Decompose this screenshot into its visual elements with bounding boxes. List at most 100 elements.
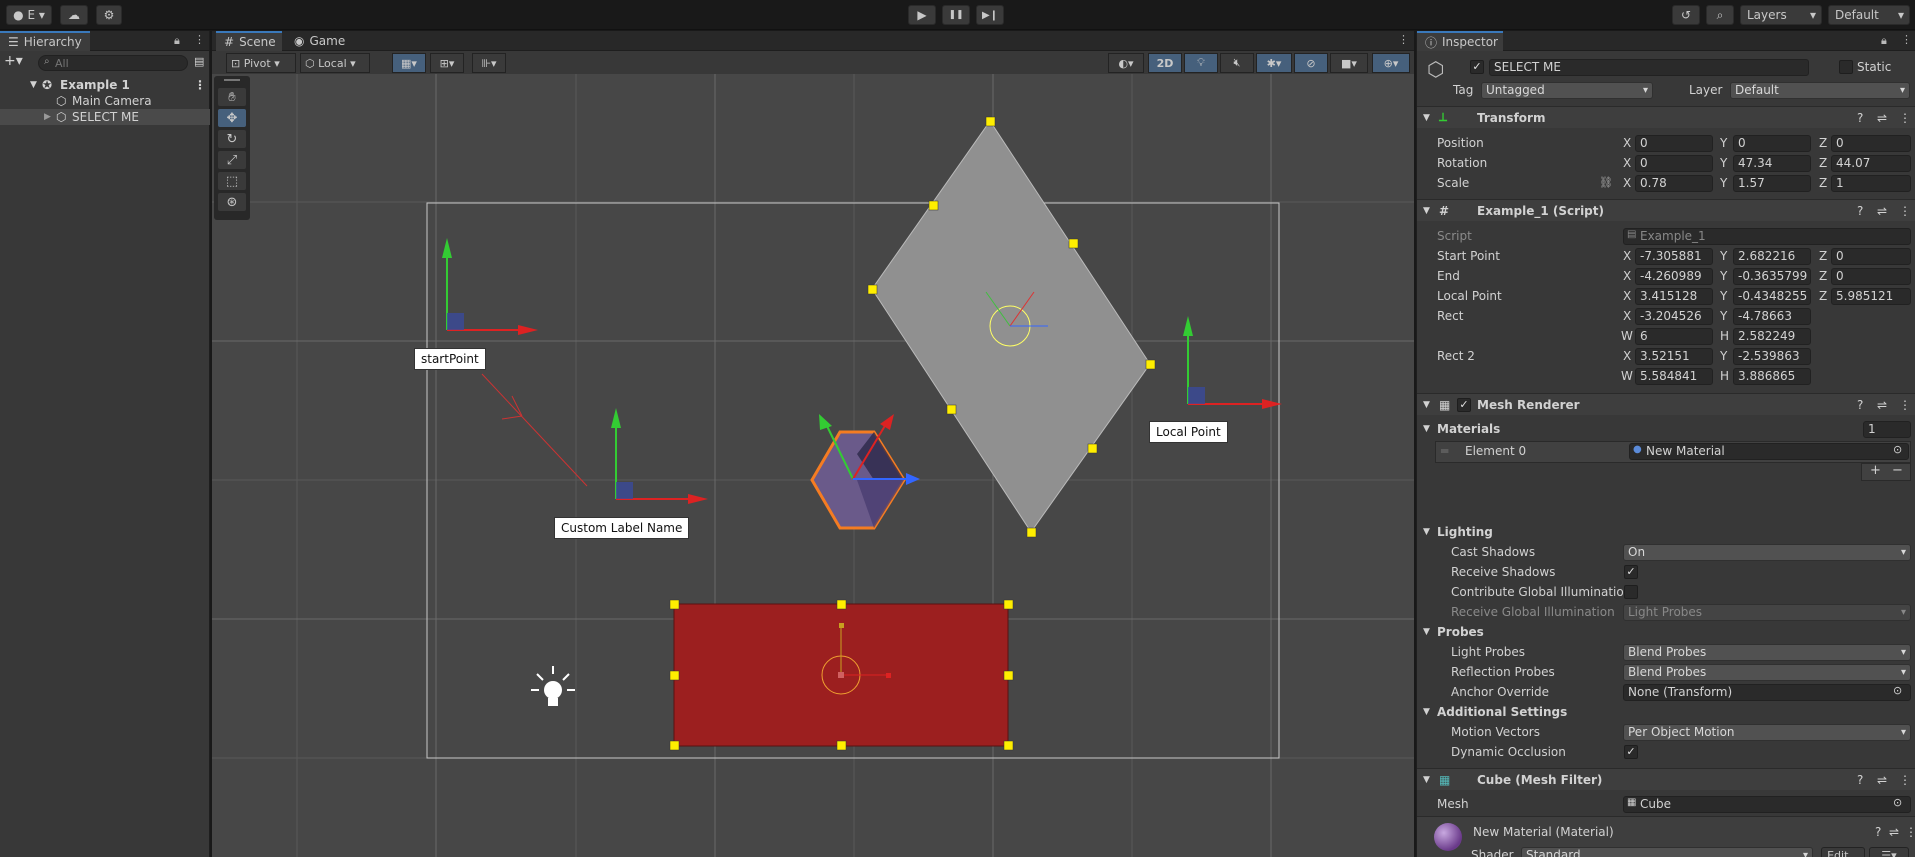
preset-icon[interactable]: ⇌ [1877, 773, 1887, 787]
startpoint-x-arrow[interactable] [518, 325, 538, 335]
mesh-renderer-enabled-checkbox[interactable]: ✓ [1457, 398, 1471, 412]
layout-dropdown[interactable]: Default ▾ [1828, 5, 1910, 25]
expand-arrow-icon[interactable]: ▼ [1423, 775, 1430, 785]
rect-x-field[interactable]: -3.204526 [1635, 308, 1713, 325]
gameobject-icon[interactable]: ⬡ [1427, 57, 1444, 81]
mesh-filter-section-header[interactable]: ▼ ▦ Cube (Mesh Filter) ? ⇌ ⋮ [1417, 768, 1915, 790]
localpoint-plane-handle[interactable] [1188, 387, 1205, 404]
expand-arrow-icon[interactable]: ▼ [30, 80, 37, 90]
custom-label[interactable]: Custom Label Name [554, 517, 690, 539]
help-icon[interactable]: ? [1857, 204, 1863, 218]
link-icon[interactable]: ⛓ [1599, 176, 1613, 189]
cube-y-arrow[interactable] [819, 414, 832, 430]
ruler-button[interactable]: ⊪▾ [472, 53, 506, 73]
menu-icon[interactable]: ⋮ [1901, 33, 1912, 46]
object-picker-icon[interactable]: ⊙ [1893, 684, 1902, 697]
lighting-toggle[interactable]: 💡︎ [1184, 53, 1218, 73]
tab-hierarchy[interactable]: ☰ Hierarchy [0, 31, 90, 51]
end-x-field[interactable]: -4.260989 [1635, 268, 1713, 285]
expand-arrow-icon[interactable]: ▼ [1423, 206, 1430, 216]
hidden-objects-toggle[interactable]: ⊘ [1294, 53, 1328, 73]
rect-h-field[interactable]: 2.582249 [1733, 328, 1811, 345]
draw-mode-button[interactable]: ◐▾ [1108, 53, 1144, 73]
element0-field[interactable]: New Material [1629, 443, 1909, 460]
scale-y-field[interactable]: 1.57 [1733, 175, 1811, 192]
startpoint-label[interactable]: startPoint [414, 348, 486, 370]
scene-viewport[interactable]: ✋︎ ✥ ↻ ⤢ ⬚ ⊛ startPoint Custom Label Nam… [212, 74, 1414, 857]
scale-tool[interactable]: ⤢ [218, 151, 246, 169]
tab-scene[interactable]: # Scene [216, 31, 282, 51]
preset-icon[interactable]: ⇌ [1877, 111, 1887, 125]
position-z-field[interactable]: 0 [1831, 135, 1911, 152]
shader-options-button[interactable]: ☰▾ [1869, 847, 1909, 857]
expand-arrow-icon[interactable]: ▼ [1423, 707, 1430, 717]
dynamic-occlusion-checkbox[interactable]: ✓ [1624, 745, 1638, 759]
end-x-arrow[interactable] [688, 494, 708, 504]
start-point-x-field[interactable]: -7.305881 [1635, 248, 1713, 265]
transform-section-header[interactable]: ▼ ⟂ Transform ? ⇌ ⋮ [1417, 106, 1915, 128]
help-icon[interactable]: ? [1857, 111, 1863, 125]
rotation-x-field[interactable]: 0 [1635, 155, 1713, 172]
mesh-field[interactable]: Cube [1623, 796, 1911, 813]
rect-x-handle[interactable] [886, 673, 891, 678]
rect-y-handle[interactable] [839, 623, 844, 628]
snap-increment-button[interactable]: ⊞▾ [430, 53, 464, 73]
help-icon[interactable]: ? [1857, 398, 1863, 412]
help-icon[interactable]: ? [1875, 825, 1881, 839]
pivot-dropdown[interactable]: ⊡ Pivot ▾ [226, 53, 296, 73]
hierarchy-item-main-camera[interactable]: ⬡ Main Camera [0, 93, 210, 109]
end-z-field[interactable]: 0 [1831, 268, 1911, 285]
static-checkbox[interactable] [1839, 60, 1853, 74]
edit-shader-button[interactable]: Edit... [1821, 847, 1865, 857]
object-picker-icon[interactable]: ⊙ [1893, 443, 1902, 456]
remove-element-button[interactable]: − [1892, 463, 1903, 478]
menu-icon[interactable]: ⋮ [1905, 825, 1915, 839]
rotation-y-field[interactable]: 47.34 [1733, 155, 1811, 172]
menu-icon[interactable]: ⋮ [1899, 773, 1911, 787]
add-element-button[interactable]: + [1870, 463, 1881, 478]
object-picker-icon[interactable]: ⊙ [1893, 796, 1902, 809]
expand-arrow-icon[interactable]: ▶ [44, 112, 51, 122]
expand-arrow-icon[interactable]: ▼ [1423, 400, 1430, 410]
scale-z-field[interactable]: 1 [1831, 175, 1911, 192]
audio-toggle[interactable]: 🔇︎ [1220, 53, 1254, 73]
rotate-tool[interactable]: ↻ [218, 130, 246, 148]
scale-x-field[interactable]: 0.78 [1635, 175, 1713, 192]
gizmos-button[interactable]: ⊕▾ [1372, 53, 1410, 73]
search-button[interactable]: ⌕ [1706, 5, 1734, 25]
cloud-button[interactable]: ☁ [60, 5, 88, 25]
pause-button[interactable]: ❚❚ [942, 5, 970, 25]
menu-icon[interactable]: ⋮ [1899, 398, 1911, 412]
step-button[interactable]: ▶❙ [976, 5, 1004, 25]
position-x-field[interactable]: 0 [1635, 135, 1713, 152]
expand-arrow-icon[interactable]: ▼ [1423, 424, 1430, 434]
collab-button[interactable]: ⚙ [96, 5, 122, 25]
menu-icon[interactable]: ⋮ [1398, 33, 1409, 46]
play-button[interactable]: ▶ [908, 5, 936, 25]
hierarchy-search-input[interactable] [38, 55, 188, 71]
rect2-x-field[interactable]: 3.52151 [1635, 348, 1713, 365]
mesh-renderer-section-header[interactable]: ▼ ▦ ✓ Mesh Renderer ? ⇌ ⋮ [1417, 393, 1915, 415]
rect2-y-field[interactable]: -2.539863 [1733, 348, 1811, 365]
expand-arrow-icon[interactable]: ▼ [1423, 113, 1430, 123]
end-plane-handle[interactable] [616, 482, 633, 499]
effects-toggle[interactable]: ✱▾ [1256, 53, 1292, 73]
menu-icon[interactable]: ⋮ [194, 33, 205, 46]
drag-handle-icon[interactable]: ═ [1441, 444, 1448, 458]
menu-icon[interactable]: ⋮ [1899, 111, 1911, 125]
local-point-y-field[interactable]: -0.4348255 [1733, 288, 1811, 305]
move-tool[interactable]: ✥ [218, 109, 246, 127]
cube-x-arrow[interactable] [880, 414, 894, 430]
light-gizmo-icon[interactable] [531, 666, 575, 706]
contribute-gi-checkbox[interactable] [1624, 585, 1638, 599]
rect2-h-field[interactable]: 3.886865 [1733, 368, 1811, 385]
local-point-x-field[interactable]: 3.415128 [1635, 288, 1713, 305]
history-button[interactable]: ↺ [1672, 5, 1700, 25]
rect-center[interactable] [838, 672, 844, 678]
preset-icon[interactable]: ⇌ [1877, 204, 1887, 218]
scene-canvas[interactable] [212, 74, 1414, 857]
layer-dropdown[interactable]: Default [1730, 82, 1910, 99]
help-icon[interactable]: ? [1857, 773, 1863, 787]
object-name-field[interactable]: SELECT ME [1489, 59, 1809, 76]
local-dropdown[interactable]: ⬡ Local ▾ [300, 53, 370, 73]
